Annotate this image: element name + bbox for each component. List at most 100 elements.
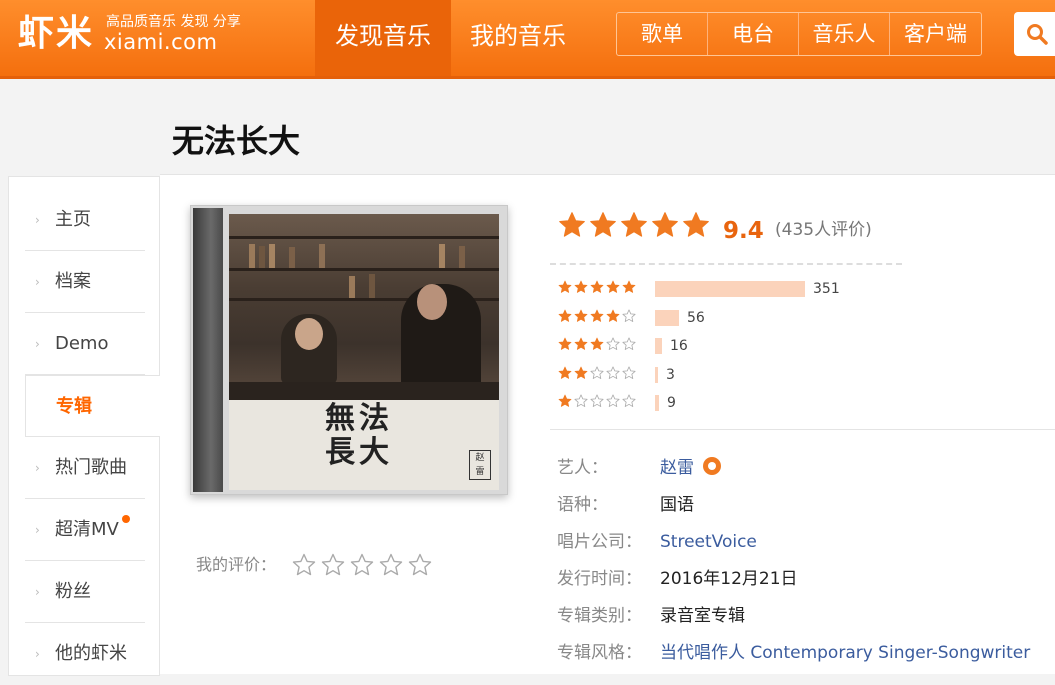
cover-title-area: 無法 長大 赵雷	[229, 400, 499, 490]
info-label-genre: 专辑风格：	[557, 643, 642, 663]
sidebar-item-his-xiami[interactable]: › 他的虾米	[25, 623, 145, 685]
page-title: 无法长大	[172, 122, 301, 160]
info-label-label: 唱片公司：	[557, 532, 642, 552]
search-button[interactable]	[1014, 12, 1055, 56]
rating-score: 9.4	[723, 218, 764, 244]
star-empty-icon[interactable]	[379, 553, 403, 577]
sidebar-item-label: Demo	[55, 333, 109, 354]
info-label-language: 语种：	[557, 495, 608, 515]
sub-nav-client[interactable]: 客户端	[890, 13, 981, 55]
distribution-bar	[655, 309, 679, 326]
star-filled-icon	[590, 309, 604, 322]
star-empty-icon	[574, 394, 588, 407]
row-stars	[558, 394, 638, 408]
cover-seal-stamp: 赵雷	[469, 450, 491, 480]
overall-rating-stars	[558, 211, 713, 239]
xiami-logo[interactable]: 虾米 高品质音乐 发现 分享 xiami.com	[18, 12, 258, 62]
chevron-right-icon: ›	[35, 337, 40, 351]
sub-nav-musicians[interactable]: 音乐人	[799, 13, 890, 55]
new-dot-badge	[122, 515, 130, 523]
star-filled-icon	[606, 280, 620, 293]
star-filled-icon	[683, 212, 709, 237]
star-filled-icon	[558, 366, 572, 379]
album-detail-panel: 無法 長大 赵雷 我的评价： 9.4 (435人评价) 351 56 16 3 9 艺人…	[160, 174, 1055, 674]
cover-title-line2: 長大	[325, 435, 393, 470]
info-label-artist: 艺人：	[557, 458, 608, 478]
nav-my-music[interactable]: 我的音乐	[451, 0, 585, 76]
cover-title-text: 無法 長大	[325, 402, 425, 470]
distribution-count: 16	[670, 338, 688, 354]
sub-nav-playlists[interactable]: 歌单	[617, 13, 708, 55]
logo-text-cn: 虾米	[18, 13, 95, 54]
my-rating-stars[interactable]	[292, 553, 437, 577]
star-empty-icon	[606, 365, 620, 379]
star-filled-icon	[606, 309, 620, 322]
star-filled-icon	[558, 394, 572, 407]
sidebar-item-fans[interactable]: › 粉丝	[25, 561, 145, 623]
row-stars	[558, 280, 638, 294]
sidebar-item-label: 超清MV	[55, 519, 119, 540]
star-empty-icon	[622, 365, 636, 379]
cover-photo	[229, 214, 499, 400]
album-cover[interactable]: 無法 長大 赵雷	[190, 205, 508, 495]
row-stars	[558, 365, 638, 380]
distribution-count: 351	[813, 281, 840, 297]
logo-domain: xiami.com	[104, 30, 218, 54]
star-filled-icon	[574, 337, 588, 350]
cover-title-line1: 無法	[325, 401, 393, 436]
sidebar-item-home[interactable]: › 主页	[25, 189, 145, 251]
sidebar-item-demo[interactable]: › Demo	[25, 313, 145, 375]
nav-discover-music[interactable]: 发现音乐	[315, 0, 451, 76]
verified-artist-icon	[703, 457, 721, 475]
sidebar-item-albums[interactable]: 专辑	[25, 375, 162, 437]
record-label-link[interactable]: StreetVoice	[660, 529, 757, 555]
star-empty-icon[interactable]	[408, 553, 432, 577]
sidebar-item-hot-songs[interactable]: › 热门歌曲	[25, 437, 145, 499]
chevron-right-icon: ›	[35, 275, 40, 289]
sub-navigation: 歌单 电台 音乐人 客户端	[616, 12, 982, 56]
sidebar-item-label: 热门歌曲	[55, 457, 127, 478]
sidebar-item-label: 粉丝	[55, 581, 91, 602]
star-filled-icon	[558, 309, 572, 322]
sidebar-item-label: 专辑	[56, 396, 92, 417]
star-filled-icon	[590, 280, 604, 293]
chevron-right-icon: ›	[35, 585, 40, 599]
logo-slogan: 高品质音乐 发现 分享	[106, 14, 241, 30]
artist-sidebar: › 主页 › 档案 › Demo 专辑 › 热门歌曲 › 超清MV › 粉丝 ›…	[8, 176, 162, 676]
chevron-right-icon: ›	[35, 523, 40, 537]
star-filled-icon	[590, 337, 604, 350]
star-empty-icon[interactable]	[350, 553, 374, 577]
cd-case-spine	[193, 208, 223, 492]
star-filled-icon	[574, 280, 588, 293]
artist-link[interactable]: 赵雷	[660, 455, 694, 481]
chevron-right-icon: ›	[35, 213, 40, 227]
star-empty-icon	[622, 394, 636, 407]
language-value: 国语	[660, 495, 694, 515]
star-filled-icon	[590, 212, 616, 237]
star-empty-icon	[590, 365, 604, 379]
star-empty-icon	[622, 308, 636, 322]
my-rating-label: 我的评价：	[196, 555, 277, 574]
dashed-divider	[550, 263, 902, 265]
info-label-release-date: 发行时间：	[557, 569, 642, 589]
sidebar-item-profile[interactable]: › 档案	[25, 251, 145, 313]
sub-nav-radio[interactable]: 电台	[708, 13, 799, 55]
row-stars	[558, 308, 638, 323]
star-empty-icon	[606, 394, 620, 407]
divider	[550, 429, 1055, 430]
distribution-count: 9	[667, 395, 676, 411]
star-filled-icon	[621, 212, 647, 237]
distribution-bar	[655, 366, 658, 383]
star-empty-icon[interactable]	[292, 553, 316, 577]
distribution-bar	[655, 338, 662, 354]
distribution-bar	[655, 281, 805, 297]
star-filled-icon	[558, 280, 572, 293]
album-type-value: 录音室专辑	[660, 606, 745, 626]
genre-link[interactable]: 当代唱作人 Contemporary Singer-Songwriter	[660, 640, 1030, 666]
sidebar-item-hd-mv[interactable]: › 超清MV	[25, 499, 145, 561]
star-empty-icon[interactable]	[321, 553, 345, 577]
star-filled-icon	[622, 280, 636, 293]
sidebar-item-label: 主页	[55, 209, 91, 230]
distribution-bar	[655, 395, 659, 411]
star-empty-icon	[606, 337, 620, 350]
